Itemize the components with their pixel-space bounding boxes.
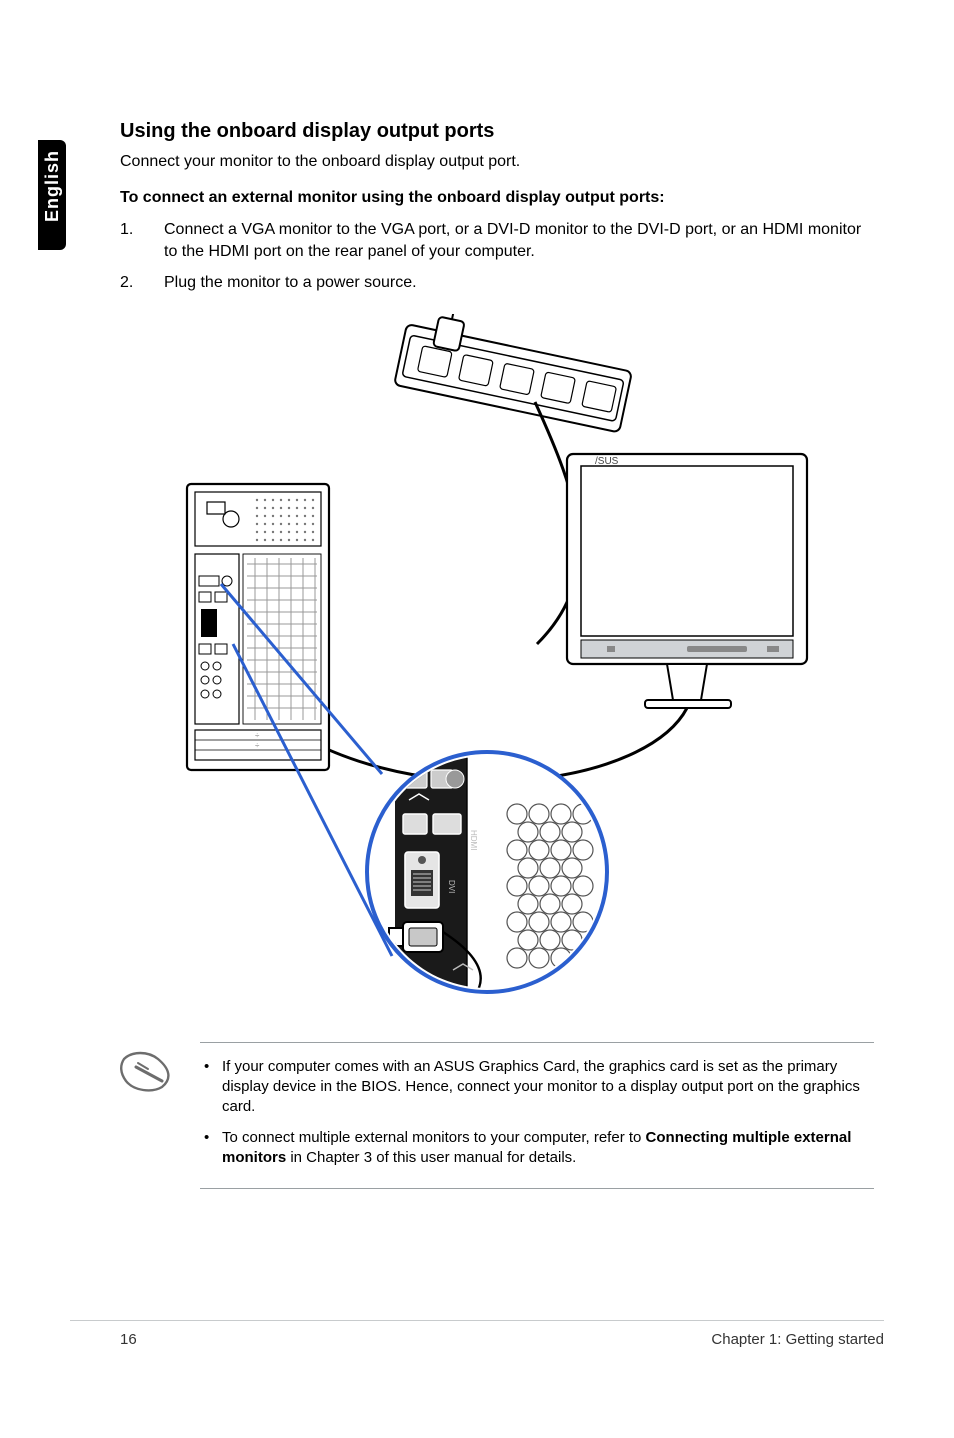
power-strip-icon (394, 314, 639, 432)
page-footer: 16 Chapter 1: Getting started (70, 1320, 884, 1348)
note-item: • To connect multiple external monitors … (204, 1128, 870, 1169)
step-text: Plug the monitor to a power source. (164, 272, 874, 294)
monitor-icon: /SUS (567, 454, 807, 708)
note-text: To connect multiple external monitors to… (222, 1128, 870, 1169)
note-text-pre: To connect multiple external monitors to… (222, 1129, 646, 1146)
note-text: If your computer comes with an ASUS Grap… (222, 1057, 870, 1118)
page-number: 16 (120, 1331, 137, 1348)
section-lead: Connect your monitor to the onboard disp… (120, 153, 874, 171)
figure: /SUS (120, 314, 874, 1014)
note-hand-icon (118, 1049, 178, 1093)
step-item: 2. Plug the monitor to a power source. (120, 272, 874, 294)
bullet-icon: • (204, 1128, 222, 1169)
section-title: Using the onboard display output ports (120, 120, 874, 143)
note-box: • If your computer comes with an ASUS Gr… (200, 1042, 874, 1189)
language-tab: English (38, 140, 66, 250)
step-number: 2. (120, 272, 164, 294)
steps-list: 1. Connect a VGA monitor to the VGA port… (120, 219, 874, 294)
monitor-brand-label: /SUS (595, 456, 619, 467)
hdmi-label: HDMI (469, 830, 478, 850)
dvi-label: DVI (447, 880, 456, 893)
note-text-post: in Chapter 3 of this user manual for det… (286, 1149, 576, 1166)
section-subhead: To connect an external monitor using the… (120, 189, 874, 207)
step-number: 1. (120, 219, 164, 262)
magnified-port-icon: HDMI (367, 752, 607, 994)
language-tab-label: English (42, 150, 63, 222)
chapter-label: Chapter 1: Getting started (711, 1331, 884, 1348)
step-item: 1. Connect a VGA monitor to the VGA port… (120, 219, 874, 262)
bullet-icon: • (204, 1057, 222, 1118)
note-item: • If your computer comes with an ASUS Gr… (204, 1057, 870, 1118)
svg-text:÷: ÷ (255, 741, 260, 750)
svg-text:÷: ÷ (255, 731, 260, 740)
connection-diagram-svg: /SUS (177, 314, 817, 1014)
step-text: Connect a VGA monitor to the VGA port, o… (164, 219, 874, 262)
